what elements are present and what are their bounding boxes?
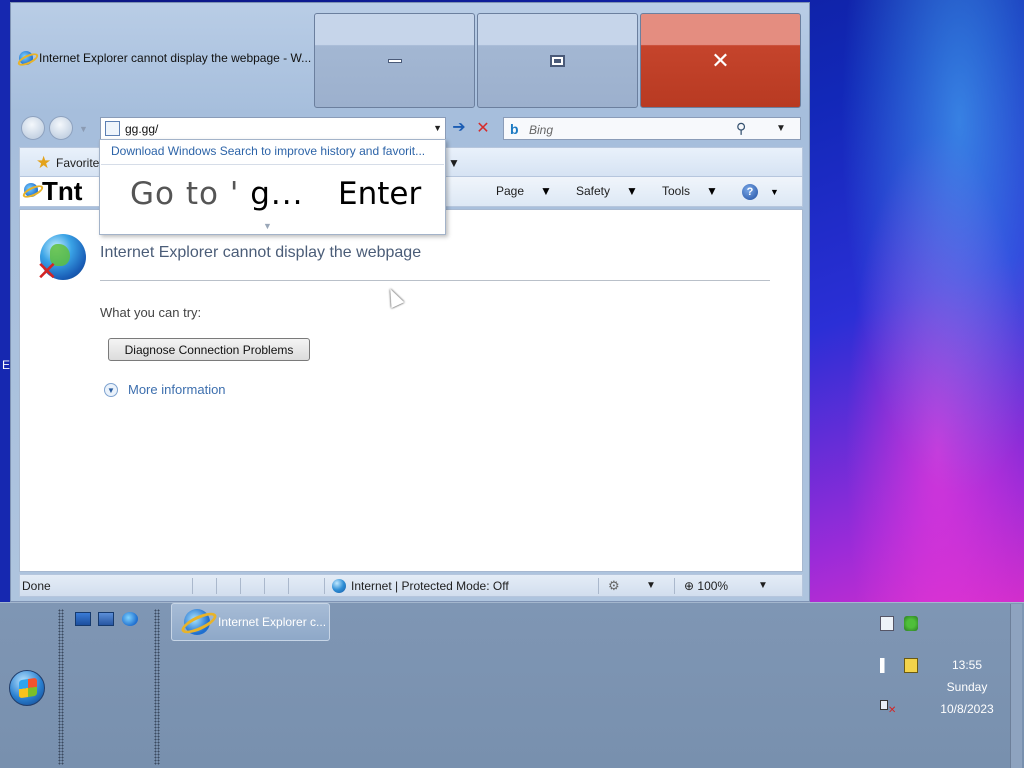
windows-search-suggestion-link[interactable]: Download Windows Search to improve histo… bbox=[111, 144, 425, 158]
minimize-button[interactable] bbox=[314, 13, 475, 108]
address-autocomplete-popup: Download Windows Search to improve histo… bbox=[99, 139, 446, 235]
help-menu[interactable]: ? ▼ bbox=[742, 184, 779, 200]
search-icon[interactable]: ⚲ bbox=[736, 120, 746, 137]
address-dropdown-icon[interactable]: ▼ bbox=[433, 123, 442, 133]
enter-hint: Enter bbox=[338, 176, 422, 212]
maximize-icon bbox=[550, 54, 565, 67]
recent-pages-dropdown-icon[interactable]: ▼ bbox=[79, 124, 88, 134]
taskbar: Internet Explorer c... bbox=[0, 602, 1024, 768]
go-to-suggestion[interactable]: Go to ' g... bbox=[130, 176, 303, 212]
close-button[interactable]: ✕ bbox=[640, 13, 801, 108]
title-bar[interactable]: Internet Explorer cannot display the web… bbox=[19, 51, 311, 65]
search-options-dropdown-icon[interactable]: ▼ bbox=[776, 123, 786, 134]
page-menu[interactable]: Page ▼ bbox=[496, 184, 552, 198]
error-x-icon: ✕ bbox=[36, 256, 58, 286]
taskbar-scrollbar[interactable] bbox=[1010, 604, 1022, 768]
taskbar-grip[interactable] bbox=[154, 609, 160, 765]
protected-mode-icon[interactable]: ⚙ bbox=[608, 578, 620, 594]
bing-logo-icon: b bbox=[510, 121, 519, 137]
security-zone[interactable]: Internet | Protected Mode: Off bbox=[332, 579, 509, 593]
windows-logo-icon bbox=[19, 677, 37, 699]
help-icon: ? bbox=[742, 184, 758, 200]
tools-menu[interactable]: Tools ▼ bbox=[662, 184, 718, 198]
desktop-edge bbox=[0, 0, 10, 602]
star-icon[interactable]: ★ bbox=[36, 153, 51, 173]
error-title: Internet Explorer cannot display the web… bbox=[100, 244, 422, 261]
system-clock[interactable]: 13:55 Sunday 10/8/2023 bbox=[930, 654, 1004, 720]
ie-quicklaunch-icon[interactable] bbox=[122, 612, 138, 626]
notes-tray-icon[interactable] bbox=[880, 616, 894, 631]
network-icon[interactable] bbox=[904, 658, 918, 673]
close-icon: ✕ bbox=[711, 47, 730, 73]
chevron-down-icon: ▼ bbox=[770, 187, 779, 197]
chevron-down-icon: ▼ bbox=[104, 382, 118, 397]
desktop-edge-letter: E bbox=[2, 358, 11, 372]
clock-date: 10/8/2023 bbox=[940, 702, 994, 716]
zoom-control[interactable]: ⊕ 100% bbox=[684, 579, 728, 593]
taskbar-item-label: Internet Explorer c... bbox=[218, 615, 327, 629]
ie-window: Internet Explorer cannot display the web… bbox=[10, 2, 810, 602]
address-bar[interactable]: gg.gg/ ▼ bbox=[100, 117, 446, 140]
switch-windows-icon[interactable] bbox=[98, 612, 114, 626]
chevron-down-icon: ▼ bbox=[540, 184, 552, 198]
divider bbox=[101, 164, 444, 165]
tools-menu-label: Tools bbox=[662, 184, 691, 198]
back-button[interactable] bbox=[21, 116, 45, 140]
ie-logo-icon bbox=[184, 609, 210, 635]
volume-muted-icon[interactable] bbox=[880, 700, 888, 710]
divider bbox=[100, 280, 770, 281]
more-information-link[interactable]: ▼ More information bbox=[104, 382, 226, 397]
security-zone-label: Internet | Protected Mode: Off bbox=[351, 579, 509, 593]
page-content: ✕ Internet Explorer cannot display the w… bbox=[19, 209, 803, 572]
internet-globe-icon bbox=[332, 579, 346, 593]
more-information-label: More information bbox=[128, 382, 226, 397]
go-button[interactable]: ➔ bbox=[449, 118, 469, 140]
address-input[interactable]: gg.gg/ bbox=[125, 122, 158, 136]
chevron-down-icon: ▼ bbox=[626, 184, 638, 198]
maximize-button[interactable] bbox=[477, 13, 638, 108]
safety-menu-label: Safety bbox=[576, 184, 611, 198]
security-shield-icon[interactable] bbox=[904, 616, 918, 631]
search-box[interactable]: b Bing ⚲ ▼ bbox=[503, 117, 801, 140]
tab-list-dropdown-icon[interactable]: ▼ bbox=[448, 156, 460, 170]
try-text: What you can try: bbox=[100, 305, 202, 320]
status-text: Done bbox=[22, 579, 51, 593]
start-button[interactable] bbox=[9, 670, 45, 706]
search-input[interactable]: Bing bbox=[529, 123, 553, 137]
stop-button[interactable]: ✕ bbox=[473, 118, 493, 140]
taskbar-grip[interactable] bbox=[58, 609, 64, 765]
safety-menu[interactable]: Safety ▼ bbox=[576, 184, 638, 198]
window-title: Internet Explorer cannot display the web… bbox=[39, 51, 312, 65]
favorites-button[interactable]: Favorite bbox=[56, 156, 99, 170]
tab-ie-icon bbox=[24, 183, 38, 197]
ie-logo-icon bbox=[19, 51, 33, 65]
minimize-icon bbox=[387, 58, 402, 63]
taskbar-item-internet-explorer[interactable]: Internet Explorer c... bbox=[171, 603, 330, 641]
status-bar: Done Internet | Protected Mode: Off ⚙ ▼ … bbox=[19, 574, 803, 597]
page-icon bbox=[105, 121, 120, 136]
zoom-level: 100% bbox=[697, 579, 729, 593]
globe-error-icon: ✕ bbox=[36, 234, 86, 286]
action-center-flag-icon[interactable] bbox=[880, 658, 894, 673]
expand-suggestions-icon[interactable]: ▼ bbox=[263, 221, 272, 231]
clock-time: 13:55 bbox=[951, 658, 983, 672]
show-desktop-icon[interactable] bbox=[75, 612, 91, 626]
zoom-dropdown-icon[interactable]: ▼ bbox=[758, 580, 768, 591]
tab-title: Tnt bbox=[42, 176, 83, 206]
chevron-down-icon: ▼ bbox=[706, 184, 718, 198]
page-menu-label: Page bbox=[496, 184, 525, 198]
diagnose-connection-button[interactable]: Diagnose Connection Problems bbox=[108, 338, 310, 361]
mute-x-icon: ✕ bbox=[888, 705, 897, 716]
tab-current[interactable]: Tnt bbox=[20, 176, 104, 206]
chevron-down-icon[interactable]: ▼ bbox=[646, 580, 656, 591]
zoom-magnifier-icon: ⊕ bbox=[684, 579, 695, 593]
go-to-value: g... bbox=[250, 176, 304, 212]
forward-button[interactable] bbox=[49, 116, 73, 140]
desktop-wallpaper bbox=[808, 0, 1024, 602]
clock-day: Sunday bbox=[946, 680, 988, 694]
go-to-prefix: Go to ' bbox=[130, 176, 240, 212]
